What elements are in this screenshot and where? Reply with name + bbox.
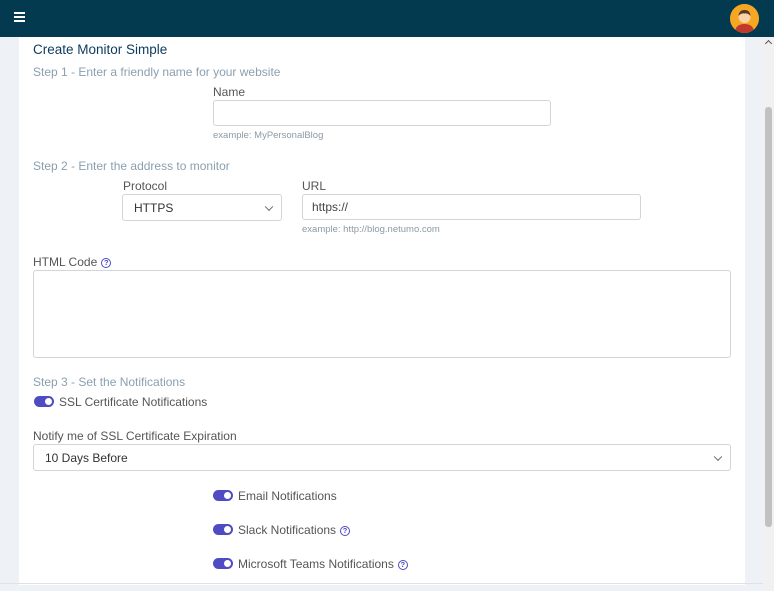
protocol-value: HTTPS [134, 200, 174, 215]
email-notifications-label: Email Notifications [238, 489, 337, 503]
top-navbar [0, 0, 774, 37]
scroll-thumb[interactable] [765, 107, 772, 527]
url-hint: example: http://blog.netumo.com [302, 224, 440, 235]
ssl-notifications-toggle[interactable] [34, 396, 54, 407]
html-code-label: HTML Code? [33, 255, 112, 269]
divider [0, 583, 763, 584]
ssl-expiry-label: Notify me of SSL Certificate Expiration [33, 429, 237, 443]
name-label: Name [213, 85, 246, 99]
teams-notifications-label: Microsoft Teams Notifications? [238, 557, 408, 571]
step1-title: Step 1 - Enter a friendly name for your … [33, 65, 281, 79]
name-hint: example: MyPersonalBlog [213, 130, 324, 141]
protocol-select[interactable]: HTTPS [122, 194, 282, 221]
html-code-label-text: HTML Code [33, 255, 98, 269]
user-avatar[interactable] [730, 4, 759, 33]
vertical-scrollbar[interactable] [763, 37, 774, 591]
chevron-down-icon [713, 452, 723, 461]
name-input[interactable] [213, 100, 551, 126]
step2-title: Step 2 - Enter the address to monitor [33, 159, 230, 173]
ssl-expiry-select[interactable]: 10 Days Before [33, 444, 731, 471]
slack-notifications-text: Slack Notifications [238, 523, 337, 537]
step3-title: Step 3 - Set the Notifications [33, 375, 186, 389]
page-title: Create Monitor Simple [33, 42, 168, 57]
email-notifications-toggle[interactable] [213, 490, 233, 501]
teams-notifications-toggle[interactable] [213, 558, 233, 569]
protocol-label: Protocol [123, 179, 168, 193]
hamburger-menu-icon[interactable] [14, 12, 25, 22]
ssl-notifications-label: SSL Certificate Notifications [59, 395, 208, 409]
html-code-textarea[interactable] [33, 270, 731, 358]
chevron-down-icon [264, 202, 274, 211]
url-label: URL [302, 179, 327, 193]
teams-notifications-text: Microsoft Teams Notifications [238, 557, 394, 571]
slack-notifications-label: Slack Notifications? [238, 523, 351, 537]
ssl-expiry-value: 10 Days Before [45, 450, 128, 465]
slack-notifications-toggle[interactable] [213, 524, 233, 535]
scroll-up-arrow-icon[interactable] [764, 39, 773, 48]
help-icon[interactable]: ? [397, 560, 408, 570]
help-icon[interactable]: ? [101, 258, 112, 268]
url-input[interactable] [302, 194, 641, 220]
help-icon[interactable]: ? [340, 526, 351, 536]
